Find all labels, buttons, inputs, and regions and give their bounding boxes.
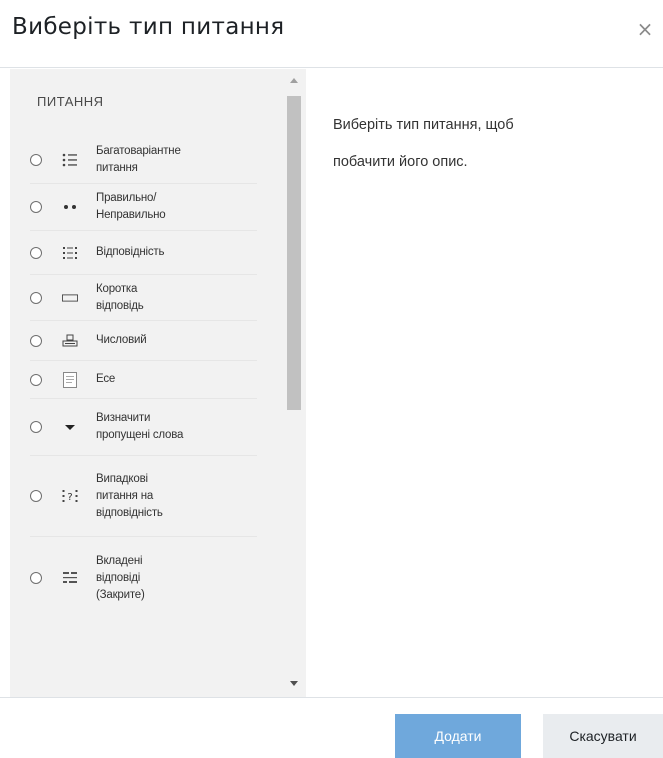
question-type-list-pane: ПИТАННЯ Багатоваріантне питання Правильно…	[10, 69, 306, 697]
radio-random-matching[interactable]	[30, 490, 42, 502]
close-button[interactable]: ×	[633, 17, 657, 41]
select-missing-words-icon	[62, 419, 78, 435]
radio-matching[interactable]	[30, 246, 42, 259]
cancel-button[interactable]: Скасувати	[543, 714, 663, 758]
random-matching-icon: ?	[62, 488, 78, 504]
radio-multichoice[interactable]	[30, 154, 42, 166]
radio-essay[interactable]	[30, 373, 42, 386]
option-label: Есе	[96, 373, 116, 385]
radio-embedded-answers[interactable]	[30, 572, 42, 584]
option-label: Визначити пропущені слова	[96, 412, 184, 441]
option-shortanswer[interactable]: Коротка відповідь	[30, 275, 257, 321]
radio-truefalse[interactable]	[30, 201, 42, 213]
numerical-icon	[62, 333, 78, 349]
matching-icon	[62, 245, 78, 261]
essay-icon	[62, 371, 78, 388]
option-essay[interactable]: Есе	[30, 361, 257, 399]
scroll-up-arrow-icon[interactable]	[290, 78, 298, 83]
option-numerical[interactable]: Числовий	[30, 321, 257, 361]
option-truefalse[interactable]: Правильно/Неправильно	[30, 184, 257, 231]
radio-select-missing-words[interactable]	[30, 421, 42, 433]
radio-numerical[interactable]	[30, 334, 42, 347]
option-embedded-answers[interactable]: Вкладені відповіді (Закрите)	[30, 537, 257, 619]
add-button[interactable]: Додати	[395, 714, 521, 758]
svg-text:?: ?	[67, 492, 72, 503]
modal-footer: Додати Скасувати	[0, 697, 663, 758]
option-label: Числовий	[96, 334, 147, 346]
option-label: Коротка відповідь	[96, 282, 144, 312]
description-pane: Виберіть тип питання, щоб побачити його о…	[306, 69, 663, 697]
description-text: Виберіть тип питання, щоб побачити його о…	[333, 117, 514, 170]
option-matching[interactable]: Відповідність	[30, 231, 257, 275]
list-scrollbar[interactable]	[282, 69, 306, 697]
embedded-answers-icon	[62, 570, 78, 586]
scroll-down-arrow-icon[interactable]	[290, 681, 298, 686]
modal-header: Виберіть тип питання ×	[0, 0, 663, 68]
option-label: Відповідність	[96, 246, 165, 258]
question-type-list: Багатоваріантне питання Правильно/Неправи…	[10, 137, 282, 619]
option-multichoice[interactable]: Багатоваріантне питання	[30, 137, 257, 184]
option-select-missing-words[interactable]: Визначити пропущені слова	[30, 399, 257, 456]
multichoice-icon	[62, 152, 78, 168]
truefalse-icon	[62, 199, 78, 215]
option-label: Багатоваріантне питання	[96, 145, 181, 174]
radio-shortanswer[interactable]	[30, 291, 42, 304]
scrollbar-thumb[interactable]	[287, 96, 301, 410]
option-label: Правильно/Неправильно	[96, 192, 166, 221]
option-label: Вкладені відповіді (Закрите)	[96, 554, 145, 601]
option-label: Випадкові питання на відповідність	[96, 472, 163, 519]
option-random-matching[interactable]: ? Випадкові питання на відповідність	[30, 456, 257, 537]
shortanswer-icon	[62, 290, 78, 306]
modal-title: Виберіть тип питання	[12, 14, 285, 40]
section-label: ПИТАННЯ	[37, 94, 104, 109]
